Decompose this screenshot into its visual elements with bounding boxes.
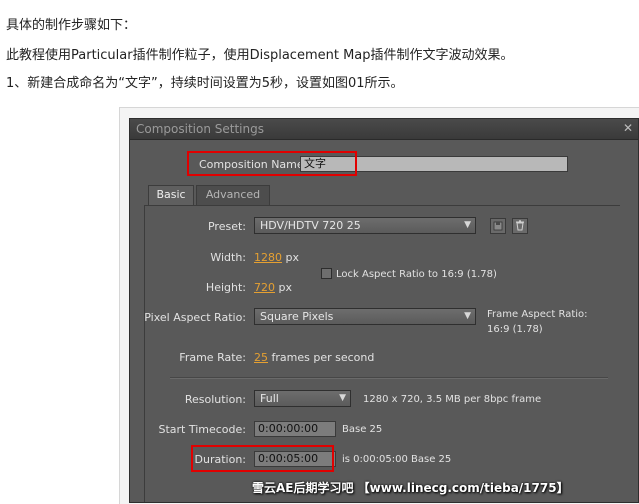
- composition-name-highlight: [187, 151, 357, 176]
- frame-rate-value[interactable]: 25: [254, 351, 268, 364]
- resolution-value: Full: [260, 392, 279, 405]
- chevron-down-icon: ▼: [339, 393, 346, 403]
- width-unit: px: [285, 251, 300, 264]
- width-field: 1280 px: [254, 251, 299, 264]
- height-label: Height:: [205, 281, 246, 294]
- tab-advanced[interactable]: Advanced: [196, 185, 270, 205]
- height-value[interactable]: 720: [254, 281, 275, 294]
- duration-info: is 0:00:05:00 Base 25: [342, 454, 452, 465]
- section-divider: [170, 377, 608, 379]
- pixel-aspect-select[interactable]: Square Pixels ▼: [254, 308, 476, 325]
- dialog-titlebar[interactable]: Composition Settings ✕: [130, 119, 638, 140]
- close-icon[interactable]: ✕: [623, 121, 633, 135]
- preset-value: HDV/HDTV 720 25: [260, 219, 361, 232]
- chevron-down-icon: ▼: [464, 311, 471, 321]
- dialog-title: Composition Settings: [136, 122, 264, 136]
- height-unit: px: [278, 281, 293, 294]
- article-line-1: 具体的制作步骤如下：: [6, 18, 137, 33]
- width-label: Width:: [210, 251, 246, 264]
- composition-settings-dialog: Composition Settings ✕ Composition Name:…: [129, 118, 639, 503]
- frame-aspect-label: Frame Aspect Ratio:: [487, 309, 588, 320]
- frame-rate-unit: frames per second: [271, 351, 375, 364]
- height-field: 720 px: [254, 281, 292, 294]
- frame-rate-label: Frame Rate:: [179, 351, 246, 364]
- frame-rate-field: 25 frames per second: [254, 351, 374, 364]
- chevron-down-icon: ▼: [464, 220, 471, 230]
- pixel-aspect-value: Square Pixels: [260, 310, 334, 323]
- start-timecode-label: Start Timecode:: [158, 423, 246, 436]
- duration-highlight: [191, 445, 334, 472]
- start-timecode-info: Base 25: [342, 424, 383, 435]
- resolution-label: Resolution:: [184, 393, 246, 406]
- pixel-aspect-label: Pixel Aspect Ratio:: [144, 311, 246, 324]
- article-line-3: 1、新建合成命名为“文字”，持续时间设置为5秒，设置如图01所示。: [6, 76, 404, 91]
- tab-basic[interactable]: Basic: [148, 185, 194, 205]
- lock-aspect-checkbox[interactable]: [321, 268, 332, 279]
- lock-aspect-label: Lock Aspect Ratio to 16:9 (1.78): [336, 269, 497, 280]
- start-timecode-input[interactable]: 0:00:00:00: [254, 421, 336, 437]
- resolution-info: 1280 x 720, 3.5 MB per 8bpc frame: [363, 394, 542, 405]
- article-line-2: 此教程使用Particular插件制作粒子，使用Displacement Map…: [6, 48, 514, 63]
- resolution-select[interactable]: Full ▼: [254, 390, 351, 407]
- frame-aspect-value: 16:9 (1.78): [487, 324, 543, 335]
- watermark-text: 雪云AE后期学习吧 【www.linecg.com/tieba/1775】: [252, 481, 569, 495]
- save-icon[interactable]: [490, 218, 506, 234]
- trash-icon[interactable]: [512, 218, 528, 234]
- preset-select[interactable]: HDV/HDTV 720 25 ▼: [254, 217, 476, 234]
- width-value[interactable]: 1280: [254, 251, 282, 264]
- preset-label: Preset:: [207, 220, 246, 233]
